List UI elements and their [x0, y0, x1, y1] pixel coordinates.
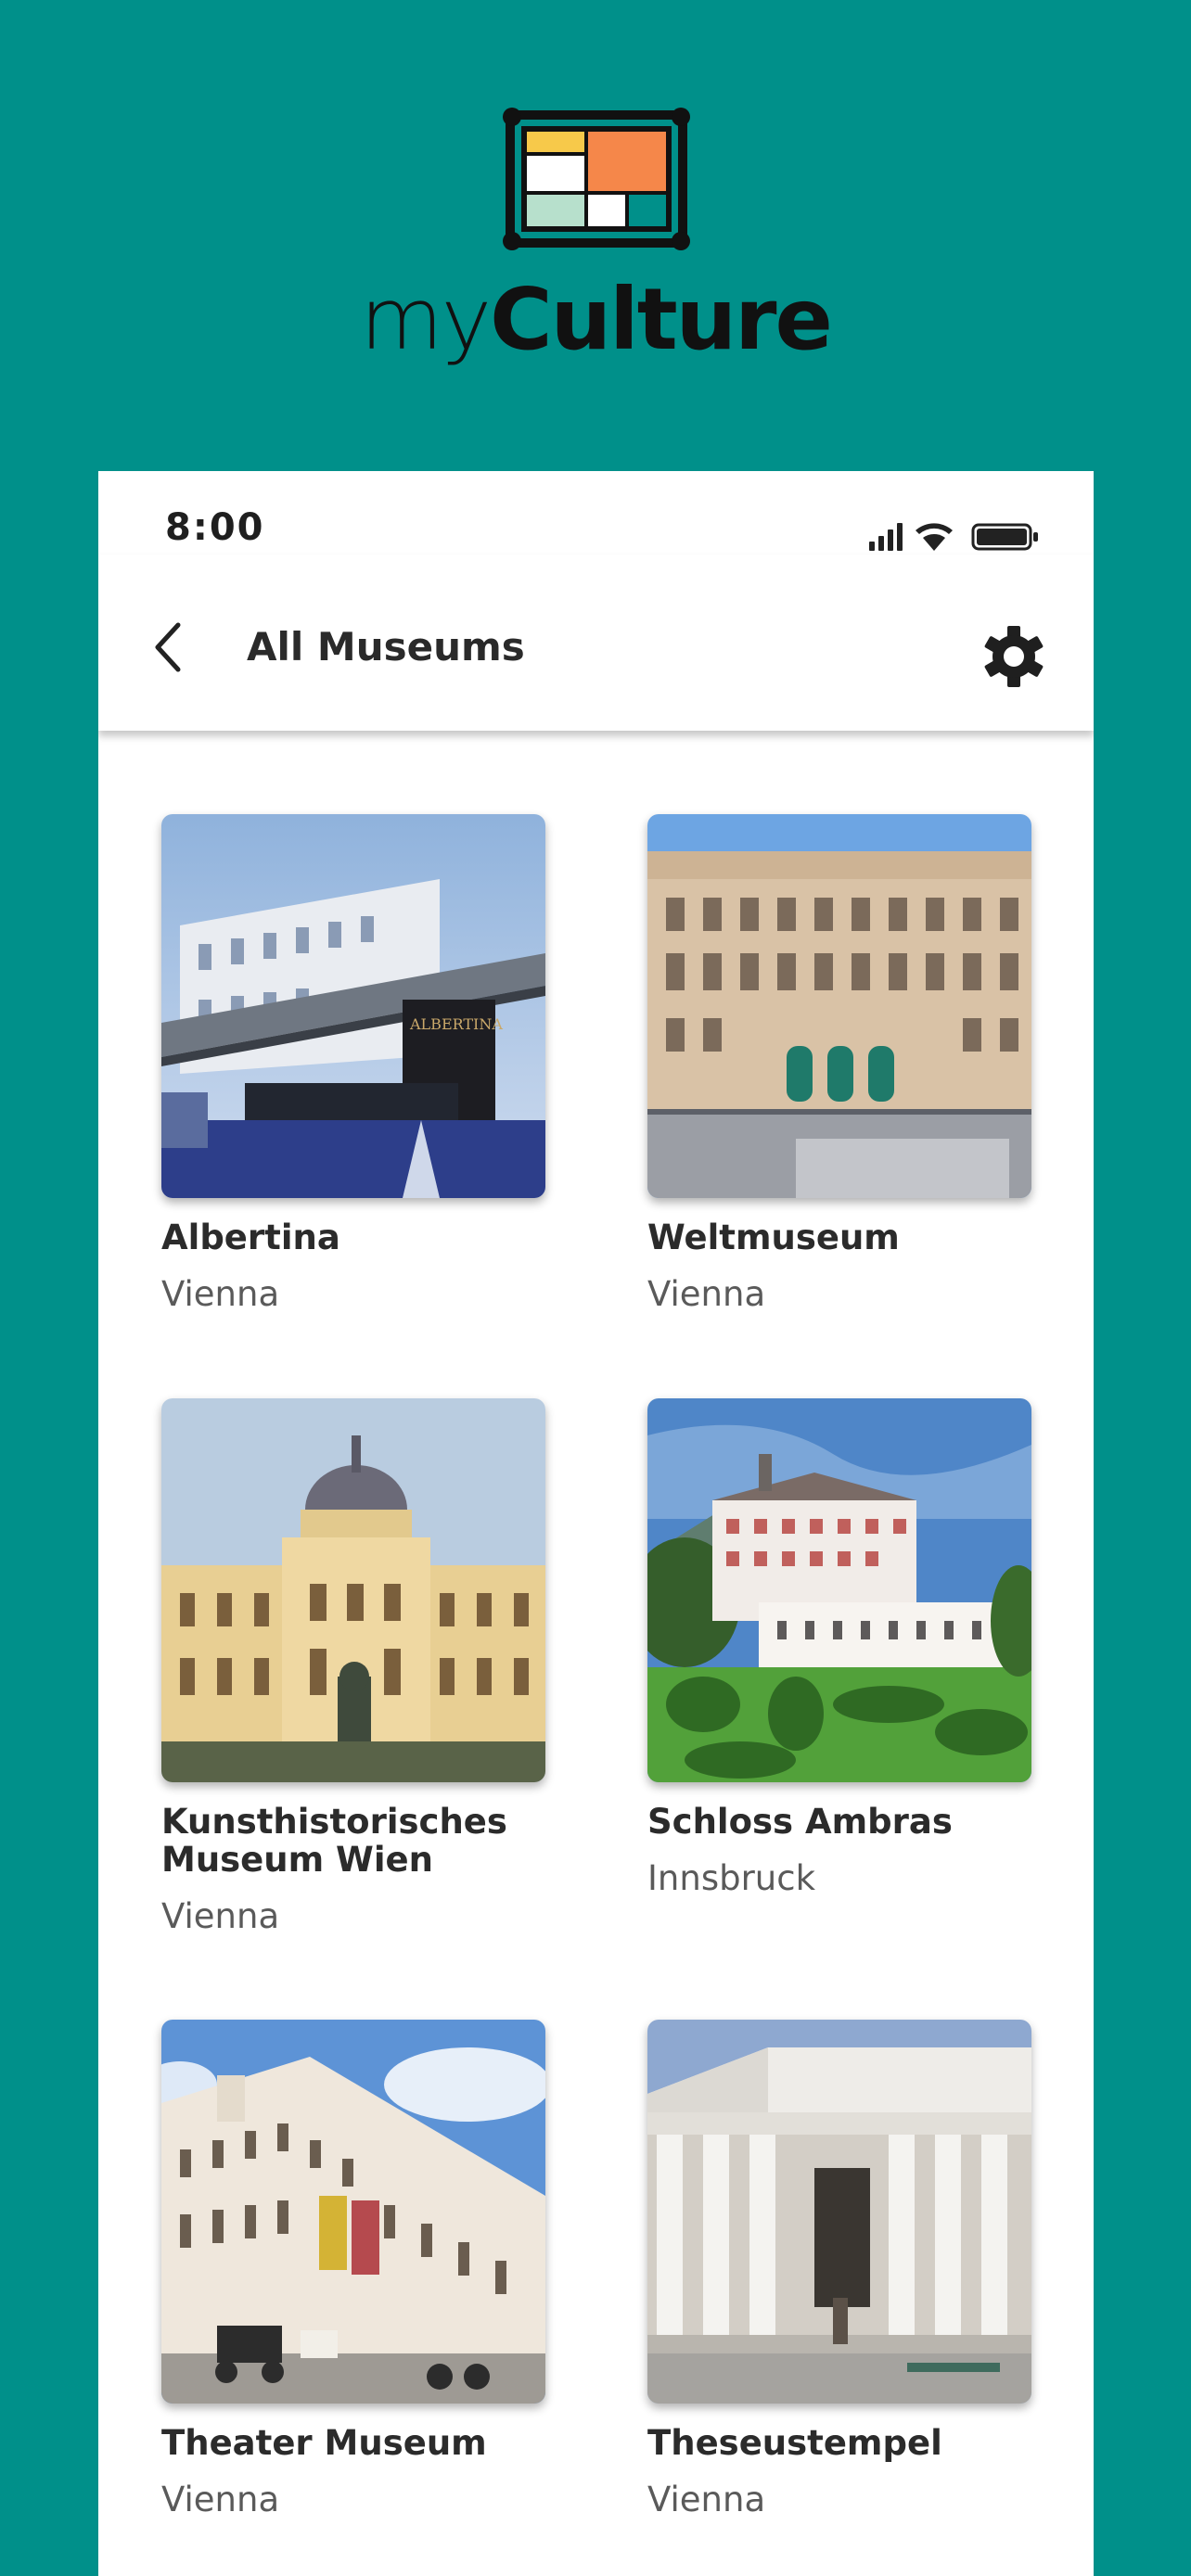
museum-city: Vienna	[161, 1274, 280, 1314]
museum-city: Vienna	[647, 1274, 766, 1314]
svg-text:ALBERTINA: ALBERTINA	[409, 1015, 503, 1033]
ambras-photo-image	[647, 1398, 1031, 1782]
frame-logo-icon	[503, 108, 690, 250]
albertina-photo-image: ALBERTINA	[161, 814, 545, 1198]
museum-photo	[647, 814, 1031, 1198]
museum-card[interactable]: Theseustempel Vienna	[647, 2020, 1031, 2519]
museum-card[interactable]: Schloss Ambras Innsbruck	[647, 1398, 1031, 1898]
brand-name-bold: Culture	[490, 270, 833, 369]
battery-icon	[971, 523, 1038, 551]
page-title: All Museums	[247, 624, 525, 670]
wifi-icon	[916, 523, 953, 551]
museum-photo: ALBERTINA	[161, 814, 545, 1198]
khm-photo-image	[161, 1398, 545, 1782]
museum-name: Weltmuseum	[647, 1218, 900, 1257]
settings-gear-icon[interactable]	[980, 623, 1047, 690]
cellular-signal-icon	[869, 523, 903, 551]
museum-photo	[647, 1398, 1031, 1782]
back-arrow-icon[interactable]	[145, 619, 197, 675]
museum-city: Innsbruck	[647, 1858, 816, 1898]
museum-grid: ALBERTINA Albertina Vienna Weltmuseum Vi…	[98, 471, 1094, 2576]
museum-photo	[647, 2020, 1031, 2404]
brand-header: myCulture	[0, 0, 1191, 408]
app-bar: All Museums	[98, 555, 1094, 731]
museum-name: Theseustempel	[647, 2423, 942, 2463]
museum-photo	[161, 2020, 545, 2404]
brand-wordmark: myCulture	[0, 269, 1191, 371]
museum-card[interactable]: Weltmuseum Vienna	[647, 814, 1031, 1314]
museum-card[interactable]: Theater Museum Vienna	[161, 2020, 545, 2519]
museum-city: Vienna	[647, 2480, 766, 2519]
museum-name: Theater Museum	[161, 2423, 487, 2463]
museum-photo	[161, 1398, 545, 1782]
museum-name: Kunsthistorisches Museum Wien	[161, 1802, 507, 1880]
museum-city: Vienna	[161, 2480, 280, 2519]
status-bar: 8:00	[98, 471, 1094, 555]
status-time: 8:00	[165, 506, 265, 549]
theseustempel-photo-image	[647, 2020, 1031, 2404]
museum-card[interactable]: Kunsthistorisches Museum Wien Vienna	[161, 1398, 545, 1936]
museum-name: Albertina	[161, 1218, 340, 1257]
theater-museum-photo-image	[161, 2020, 545, 2404]
museum-name: Schloss Ambras	[647, 1802, 953, 1842]
brand-name-light: my	[360, 270, 492, 369]
museum-city: Vienna	[161, 1896, 280, 1936]
phone-screen: ALBERTINA Albertina Vienna Weltmuseum Vi…	[98, 471, 1094, 2576]
museum-card[interactable]: ALBERTINA Albertina Vienna	[161, 814, 545, 1314]
weltmuseum-photo-image	[647, 814, 1031, 1198]
status-icons	[869, 523, 1038, 551]
